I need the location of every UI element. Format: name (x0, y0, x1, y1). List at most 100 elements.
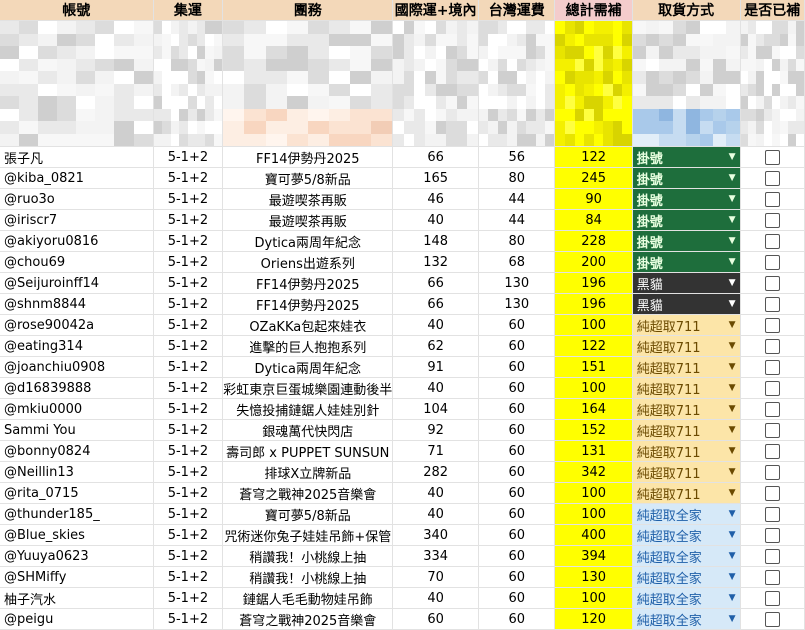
intl-fee-cell[interactable]: 132 (392, 251, 480, 273)
checkbox-icon[interactable] (764, 296, 780, 312)
dropdown-chip[interactable]: 純超取711 ▼ (633, 462, 739, 482)
pickup-dropdown[interactable]: 純超取全家 ▼ (632, 545, 741, 567)
tw-fee-cell[interactable]: 60 (478, 398, 556, 420)
pickup-dropdown[interactable]: 純超取711 ▼ (632, 335, 741, 357)
pickup-dropdown[interactable]: 純超取711 ▼ (632, 356, 741, 378)
account-cell[interactable]: @d16839888 (0, 377, 154, 399)
header-pickup[interactable]: 取貨方式 (632, 0, 741, 21)
account-cell[interactable]: 張子凡 (0, 146, 154, 168)
total-cell[interactable]: 122 (554, 335, 633, 357)
dropdown-arrow-icon[interactable]: ▼ (729, 530, 736, 540)
dropdown-chip[interactable]: 掛號 ▼ (633, 210, 739, 230)
total-cell[interactable]: 100 (554, 377, 633, 399)
dropdown-chip[interactable]: 純超取711 ▼ (633, 336, 739, 356)
shipping-cell[interactable]: 5-1+2 (153, 377, 224, 399)
account-cell[interactable]: @thunder185_ (0, 503, 154, 525)
checkbox-icon[interactable] (764, 548, 780, 564)
account-cell[interactable]: @mkiu0000 (0, 398, 154, 420)
dropdown-chip[interactable]: 黑貓 ▼ (633, 273, 739, 293)
intl-fee-cell[interactable]: 66 (392, 272, 480, 294)
checkbox-icon[interactable] (764, 233, 780, 249)
total-cell[interactable]: 100 (554, 482, 633, 504)
tw-fee-cell[interactable]: 60 (478, 566, 556, 588)
pickup-dropdown[interactable]: 純超取711 ▼ (632, 398, 741, 420)
tw-fee-cell[interactable]: 80 (478, 230, 556, 252)
shipping-cell[interactable]: 5-1+2 (153, 272, 224, 294)
pickup-dropdown[interactable]: 黑貓 ▼ (632, 293, 741, 315)
account-cell[interactable]: @SHMiffy (0, 566, 154, 588)
intl-fee-cell[interactable]: 91 (392, 356, 480, 378)
total-cell[interactable]: 120 (554, 608, 633, 630)
total-cell[interactable]: 342 (554, 461, 633, 483)
tw-fee-cell[interactable]: 60 (478, 608, 556, 630)
tw-fee-cell[interactable]: 60 (478, 482, 556, 504)
intl-fee-cell[interactable]: 40 (392, 503, 480, 525)
total-cell[interactable]: 100 (554, 314, 633, 336)
total-cell[interactable]: 164 (554, 398, 633, 420)
intl-fee-cell[interactable]: 66 (392, 146, 480, 168)
pickup-dropdown[interactable]: 純超取711 ▼ (632, 461, 741, 483)
account-cell[interactable]: @rita_0715 (0, 482, 154, 504)
group-cell[interactable]: FF14伊勢丹2025 (222, 293, 394, 315)
account-cell[interactable]: @bonny0824 (0, 440, 154, 462)
checkbox-icon[interactable] (764, 170, 780, 186)
pickup-dropdown[interactable]: 純超取全家 ▼ (632, 608, 741, 630)
pickup-dropdown[interactable]: 掛號 ▼ (632, 146, 741, 168)
dropdown-chip[interactable]: 黑貓 ▼ (633, 294, 739, 314)
account-cell[interactable]: @Neillin13 (0, 461, 154, 483)
checkbox-icon[interactable] (764, 338, 780, 354)
total-cell[interactable]: 84 (554, 209, 633, 231)
header-account[interactable]: 帳號 (0, 0, 154, 21)
total-cell[interactable]: 151 (554, 356, 633, 378)
tw-fee-cell[interactable]: 60 (478, 419, 556, 441)
intl-fee-cell[interactable]: 71 (392, 440, 480, 462)
dropdown-arrow-icon[interactable]: ▼ (729, 236, 736, 246)
total-cell[interactable]: 122 (554, 146, 633, 168)
pickup-dropdown[interactable]: 掛號 ▼ (632, 251, 741, 273)
intl-fee-cell[interactable]: 282 (392, 461, 480, 483)
dropdown-chip[interactable]: 純超取711 ▼ (633, 420, 739, 440)
checkbox-icon[interactable] (764, 506, 780, 522)
dropdown-arrow-icon[interactable]: ▼ (729, 152, 736, 162)
dropdown-chip[interactable]: 掛號 ▼ (633, 231, 739, 251)
group-cell[interactable]: 銀魂萬代快閃店 (222, 419, 394, 441)
tw-fee-cell[interactable]: 60 (478, 503, 556, 525)
account-cell[interactable]: @Yuuya0623 (0, 545, 154, 567)
shipping-cell[interactable]: 5-1+2 (153, 440, 224, 462)
account-cell[interactable]: @iriscr7 (0, 209, 154, 231)
header-paid[interactable]: 是否已補 (740, 0, 805, 21)
pickup-dropdown[interactable]: 純超取711 ▼ (632, 377, 741, 399)
checkbox-icon[interactable] (764, 527, 780, 543)
pickup-dropdown[interactable]: 純超取711 ▼ (632, 419, 741, 441)
dropdown-chip[interactable]: 掛號 ▼ (633, 252, 739, 272)
intl-fee-cell[interactable]: 62 (392, 335, 480, 357)
group-cell[interactable]: 最遊喫茶再販 (222, 209, 394, 231)
pickup-dropdown[interactable]: 純超取711 ▼ (632, 440, 741, 462)
tw-fee-cell[interactable]: 80 (478, 167, 556, 189)
total-cell[interactable]: 100 (554, 587, 633, 609)
checkbox-icon[interactable] (764, 401, 780, 417)
group-cell[interactable]: 蒼穹之戰神2025音樂會 (222, 482, 394, 504)
dropdown-arrow-icon[interactable]: ▼ (729, 299, 736, 309)
group-cell[interactable]: 最遊喫茶再販 (222, 188, 394, 210)
tw-fee-cell[interactable]: 68 (478, 251, 556, 273)
checkbox-icon[interactable] (764, 590, 780, 606)
dropdown-arrow-icon[interactable]: ▼ (729, 383, 736, 393)
total-cell[interactable]: 131 (554, 440, 633, 462)
dropdown-arrow-icon[interactable]: ▼ (729, 194, 736, 204)
total-cell[interactable]: 228 (554, 230, 633, 252)
account-cell[interactable]: @eating314 (0, 335, 154, 357)
dropdown-chip[interactable]: 純超取全家 ▼ (633, 546, 739, 566)
dropdown-arrow-icon[interactable]: ▼ (729, 257, 736, 267)
checkbox-icon[interactable] (764, 191, 780, 207)
dropdown-chip[interactable]: 純超取711 ▼ (633, 315, 739, 335)
group-cell[interactable]: 鏈鋸人毛毛動物娃吊飾 (222, 587, 394, 609)
checkbox-icon[interactable] (764, 485, 780, 501)
intl-fee-cell[interactable]: 340 (392, 524, 480, 546)
intl-fee-cell[interactable]: 40 (392, 209, 480, 231)
tw-fee-cell[interactable]: 130 (478, 272, 556, 294)
intl-fee-cell[interactable]: 92 (392, 419, 480, 441)
dropdown-arrow-icon[interactable]: ▼ (729, 467, 736, 477)
tw-fee-cell[interactable]: 44 (478, 209, 556, 231)
total-cell[interactable]: 400 (554, 524, 633, 546)
